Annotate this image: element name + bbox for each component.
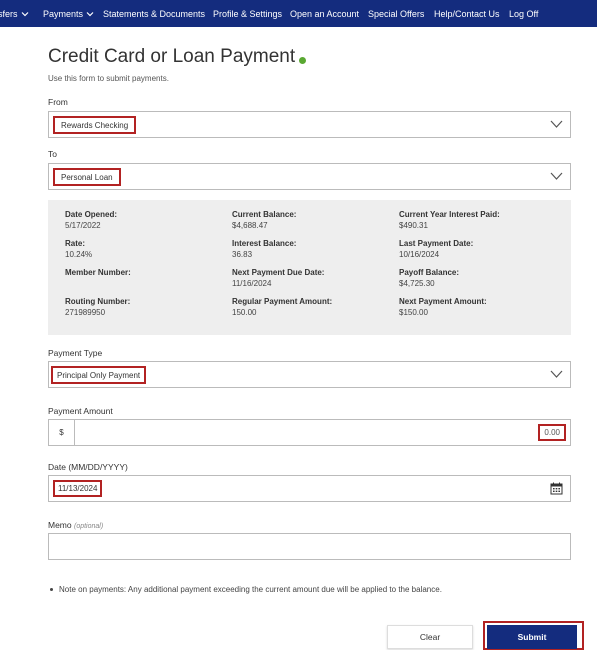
date-input[interactable]: 11/13/2024 <box>48 475 571 502</box>
current-year-interest-paid: Current Year Interest Paid: $490.31 <box>399 210 500 230</box>
nav-transfers-label: sfers <box>0 8 18 19</box>
next-payment-due-date: Next Payment Due Date: 11/16/2024 <box>232 268 324 288</box>
rate-value: 10.24% <box>65 250 93 259</box>
last-payment-date-label: Last Payment Date: <box>399 239 474 248</box>
date-value: 11/13/2024 <box>53 480 103 497</box>
chevron-down-icon <box>550 370 563 378</box>
to-account-value: Personal Loan <box>53 168 121 186</box>
memo-input[interactable] <box>49 534 570 559</box>
payment-type-value: Principal Only Payment <box>51 366 147 384</box>
nav-statements-documents[interactable]: Statements & Documents <box>103 0 205 27</box>
page-subtitle: Use this form to submit payments. <box>48 74 169 83</box>
interest-balance-label: Interest Balance: <box>232 239 297 248</box>
from-label: From <box>48 97 68 107</box>
from-account-value: Rewards Checking <box>53 116 137 134</box>
from-account-select[interactable]: Rewards Checking <box>48 111 571 138</box>
payment-amount-input[interactable] <box>75 420 570 445</box>
payoff-balance-value: $4,725.30 <box>399 279 435 288</box>
loan-details-panel: Date Opened: 5/17/2022 Current Balance: … <box>48 200 571 335</box>
chevron-down-icon <box>21 11 28 16</box>
nav-help-contact[interactable]: Help/Contact Us <box>434 0 500 27</box>
to-account-select[interactable]: Personal Loan <box>48 163 571 190</box>
page-title: Credit Card or Loan Payment <box>48 46 307 68</box>
interest-balance-value: 36.83 <box>232 250 253 259</box>
page-title-text: Credit Card or Loan Payment <box>48 46 296 67</box>
next-payment-amount-label: Next Payment Amount: <box>399 297 487 306</box>
interest-balance: Interest Balance: 36.83 <box>232 239 296 259</box>
chevron-down-icon <box>550 172 563 180</box>
next-payment-amount-value: $150.00 <box>399 308 428 317</box>
clear-button[interactable]: Clear <box>387 625 473 649</box>
payment-note: Note on payments: Any additional payment… <box>50 585 442 594</box>
payoff-balance: Payoff Balance: $4,725.30 <box>399 268 459 288</box>
payoff-balance-label: Payoff Balance: <box>399 268 460 277</box>
calendar-icon[interactable] <box>550 482 563 495</box>
nav-payments[interactable]: Payments <box>43 0 94 27</box>
next-payment-due-date-label: Next Payment Due Date: <box>232 268 325 277</box>
date-opened-value: 5/17/2022 <box>65 221 101 230</box>
bullet-icon <box>50 588 53 591</box>
payment-amount-value: 0.00 <box>538 424 566 441</box>
chevron-down-icon <box>550 120 563 128</box>
regular-payment-amount-value: 150.00 <box>232 308 257 317</box>
submit-button[interactable]: Submit <box>487 625 577 649</box>
memo-label-text: Memo <box>48 520 72 530</box>
last-payment-date: Last Payment Date: 10/16/2024 <box>399 239 473 259</box>
routing-number-value: 271989950 <box>65 308 106 317</box>
regular-payment-amount-label: Regular Payment Amount: <box>232 297 333 306</box>
top-navigation: sfers Payments Statements & Documents Pr… <box>0 0 597 27</box>
current-year-interest-paid-value: $490.31 <box>399 221 428 230</box>
to-label: To <box>48 149 57 159</box>
current-balance: Current Balance: $4,688.47 <box>232 210 296 230</box>
date-opened: Date Opened: 5/17/2022 <box>65 210 117 230</box>
routing-number: Routing Number: 271989950 <box>65 297 130 317</box>
routing-number-label: Routing Number: <box>65 297 131 306</box>
payment-type-select[interactable]: Principal Only Payment <box>48 361 571 388</box>
next-payment-due-date-value: 11/16/2024 <box>232 279 272 288</box>
member-number: Member Number: <box>65 268 131 279</box>
payment-note-text: Note on payments: Any additional payment… <box>59 585 442 594</box>
payment-amount-label: Payment Amount <box>48 406 113 416</box>
regular-payment-amount: Regular Payment Amount: 150.00 <box>232 297 332 317</box>
payment-amount-field: $ 0.00 <box>48 419 571 446</box>
status-dot-icon <box>299 56 307 64</box>
nav-profile-settings[interactable]: Profile & Settings <box>213 0 282 27</box>
rate: Rate: 10.24% <box>65 239 92 259</box>
memo-field <box>48 533 571 560</box>
memo-label: Memo (optional) <box>48 520 103 530</box>
currency-prefix: $ <box>49 420 75 445</box>
nav-open-account[interactable]: Open an Account <box>290 0 359 27</box>
memo-optional-tag: (optional) <box>74 523 104 530</box>
member-number-label: Member Number: <box>65 268 131 277</box>
current-balance-label: Current Balance: <box>232 210 297 219</box>
payment-type-label: Payment Type <box>48 348 103 358</box>
nav-transfers[interactable]: sfers <box>0 0 29 27</box>
nav-special-offers[interactable]: Special Offers <box>368 0 424 27</box>
current-balance-value: $4,688.47 <box>232 221 268 230</box>
nav-payments-label: Payments <box>43 8 84 19</box>
last-payment-date-value: 10/16/2024 <box>399 250 440 259</box>
nav-log-off[interactable]: Log Off <box>509 0 538 27</box>
date-label: Date (MM/DD/YYYY) <box>48 462 128 472</box>
next-payment-amount: Next Payment Amount: $150.00 <box>399 297 487 317</box>
date-opened-label: Date Opened: <box>65 210 118 219</box>
rate-label: Rate: <box>65 239 86 248</box>
chevron-down-icon <box>86 11 94 16</box>
current-year-interest-paid-label: Current Year Interest Paid: <box>399 210 500 219</box>
